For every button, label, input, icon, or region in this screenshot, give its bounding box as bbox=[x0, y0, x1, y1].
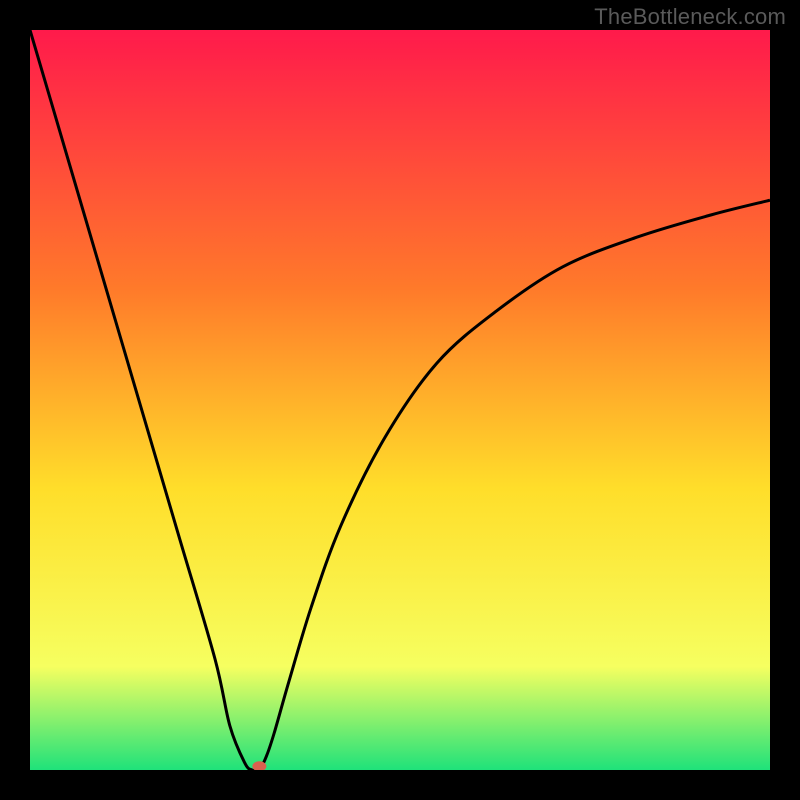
watermark-text: TheBottleneck.com bbox=[594, 4, 786, 30]
gradient-background bbox=[30, 30, 770, 770]
plot-svg bbox=[30, 30, 770, 770]
plot-area bbox=[30, 30, 770, 770]
chart-frame: TheBottleneck.com bbox=[0, 0, 800, 800]
